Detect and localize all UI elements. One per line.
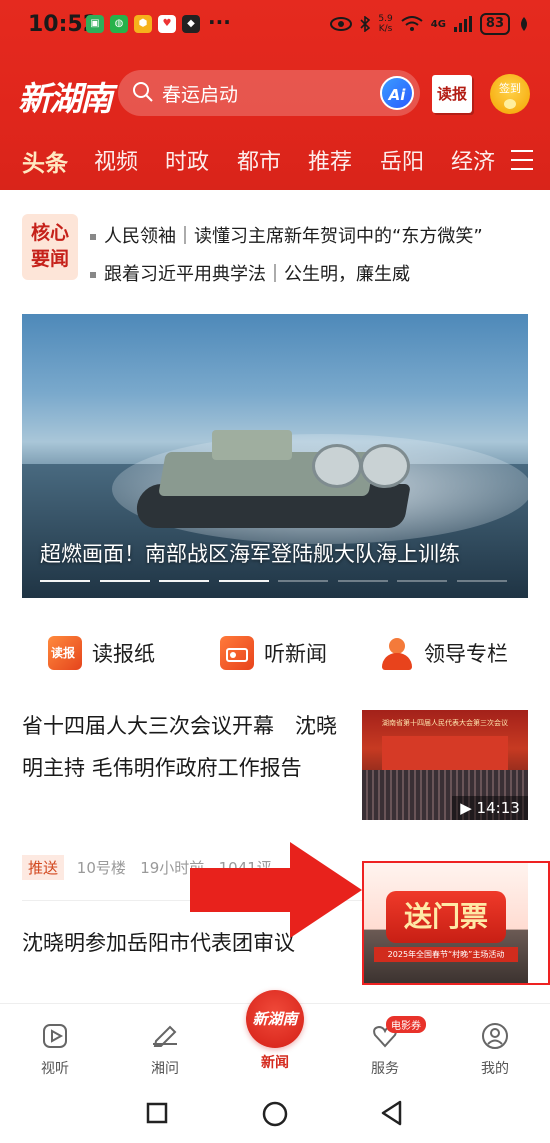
article-title: 省十四届人大三次会议开幕 沈晓明主持 毛伟明作政府工作报告 [22, 714, 337, 780]
nav-label: 服务 [371, 1061, 399, 1077]
annotation-highlight-box [362, 861, 550, 985]
home-icon[interactable] [261, 1100, 289, 1128]
nav-label: 我的 [481, 1061, 509, 1077]
wechat-icon: ◍ [110, 15, 128, 33]
video-duration: 14:13 [476, 799, 520, 817]
thumbnail-caption: 湖南省第十四届人民代表大会第三次会议 [382, 719, 508, 727]
tab-headline[interactable]: 头条 [22, 144, 68, 178]
channel-tabs: 头条 视频 时政 都市 推荐 岳阳 经济 [0, 144, 550, 184]
wifi-icon [401, 16, 423, 31]
tab-economy[interactable]: 经济 [451, 144, 495, 176]
battery-indicator: 83 [479, 13, 510, 35]
game-app-icon: ◆ [182, 15, 200, 33]
tab-video[interactable]: 视频 [94, 144, 138, 176]
user-icon [482, 1023, 508, 1049]
featured-banner[interactable]: 超燃画面！南部战区海军登陆舰大队海上训练 [22, 314, 528, 598]
heart-app-icon: ♥ [158, 15, 176, 33]
search-placeholder: 春运启动 [162, 84, 239, 106]
nav-label: 视听 [41, 1061, 69, 1077]
core-news-text: 人民领袖｜读懂习主席新年贺词中的“东方微笑” [104, 226, 483, 247]
banner-page-indicator[interactable] [159, 580, 209, 582]
banner-page-indicator[interactable] [278, 580, 328, 582]
network-speed: 5.9 K/s [378, 14, 393, 34]
quick-entries: 读报 读报纸 听新闻 领导专栏 [0, 625, 550, 681]
sign-in-label: 签到 [499, 82, 521, 95]
coin-icon [504, 99, 516, 109]
banner-page-indicator[interactable] [456, 580, 507, 582]
listen-news-entry[interactable]: 听新闻 [220, 625, 327, 681]
video-play-icon [43, 1024, 67, 1048]
play-icon: ▶ [460, 799, 472, 817]
core-news-item[interactable]: 跟着习近平用典学法｜公生明，廉生威 [90, 260, 410, 286]
nav-item-audiovisual[interactable]: 视听 [20, 1022, 90, 1078]
sign-in-button[interactable]: 签到 [490, 74, 530, 114]
banner-page-indicator[interactable] [397, 580, 447, 582]
tab-city[interactable]: 都市 [237, 144, 281, 176]
status-bar: 10:52 ▣ ◍ ⬢ ♥ ◆ ··· 5.9 K/s 4G 83 [0, 0, 550, 52]
app-notify-icon: ▣ [86, 15, 104, 33]
app-notify-icon-2: ⬢ [134, 15, 152, 33]
app-screen: 10:52 ▣ ◍ ⬢ ♥ ◆ ··· 5.9 K/s 4G 83 新湖南 春运… [0, 0, 550, 1143]
nav-label: 湘问 [151, 1061, 179, 1077]
banner-page-indicator[interactable] [99, 580, 150, 582]
search-bar[interactable]: 春运启动 Ai [118, 70, 420, 116]
banner-title: 超燃画面！南部战区海军登陆舰大队海上训练 [40, 542, 460, 566]
quick-entry-label: 听新闻 [264, 642, 327, 666]
banner-page-indicator[interactable] [218, 580, 269, 582]
header: 10:52 ▣ ◍ ⬢ ♥ ◆ ··· 5.9 K/s 4G 83 新湖南 春运… [0, 0, 550, 190]
recent-apps-icon[interactable] [146, 1102, 168, 1124]
system-navigation-bar [0, 1080, 550, 1143]
hovercraft-fan [312, 444, 362, 488]
leader-column-entry[interactable]: 领导专栏 [380, 625, 508, 681]
read-newspaper-entry[interactable]: 读报 读报纸 [48, 625, 155, 681]
leaf-icon [521, 17, 527, 31]
network-type: 4G [430, 18, 446, 30]
back-icon[interactable] [380, 1100, 404, 1126]
newspaper-icon-label: 读报 [51, 646, 76, 660]
tab-politics[interactable]: 时政 [165, 144, 209, 176]
notification-icons: ▣ ◍ ⬢ ♥ ◆ [86, 15, 200, 33]
eye-icon [330, 17, 353, 31]
bottom-navigation: 视听 湘问 新湖南 新闻 服务 电影券 我的 [0, 990, 550, 1079]
video-duration-badge: ▶ 14:13 [452, 796, 528, 820]
signal-icon [453, 16, 472, 32]
banner-page-indicator[interactable] [337, 580, 388, 582]
newspaper-icon: 读报 [48, 636, 82, 670]
leader-icon [380, 636, 414, 670]
quick-entry-label: 领导专栏 [424, 642, 508, 666]
core-news-item[interactable]: 人民领袖｜读懂习主席新年贺词中的“东方微笑” [90, 222, 483, 248]
bluetooth-icon [360, 16, 371, 32]
article-source[interactable]: 10号楼 [77, 859, 126, 877]
nav-item-news[interactable]: 新湖南 [246, 990, 304, 1048]
banner-pagination [40, 580, 510, 582]
chat-edit-icon [153, 1025, 177, 1047]
more-notifications-icon: ··· [208, 10, 231, 34]
radio-icon [220, 636, 254, 670]
app-logo[interactable]: 新湖南 [18, 72, 113, 120]
nav-label-news: 新闻 [261, 1055, 289, 1071]
tab-recommend[interactable]: 推荐 [308, 144, 352, 176]
article-thumbnail: 湖南省第十四届人民代表大会第三次会议 ▶ 14:13 [362, 710, 528, 820]
search-icon [133, 82, 153, 102]
core-news-badge: 核心 要闻 [22, 214, 78, 280]
core-news-text: 跟着习近平用典学法｜公生明，廉生威 [104, 264, 410, 285]
hovercraft-fan [360, 444, 410, 488]
read-paper-button[interactable]: 读报 [432, 75, 472, 113]
ai-assistant-button[interactable]: Ai [380, 76, 414, 110]
push-tag: 推送 [22, 855, 65, 880]
core-news-section: 核心 要闻 人民领袖｜读懂习主席新年贺词中的“东方微笑” 跟着习近平用典学法｜公… [0, 190, 550, 305]
banner-page-indicator[interactable] [40, 580, 90, 582]
annotation-arrow-icon [190, 842, 362, 938]
channel-menu-icon[interactable] [511, 150, 533, 177]
status-indicators: 5.9 K/s 4G 83 [330, 13, 530, 35]
nav-item-xiangwen[interactable]: 湘问 [130, 1022, 200, 1078]
quick-entry-label: 读报纸 [92, 642, 155, 666]
movie-coupon-badge: 电影券 [386, 1016, 426, 1033]
tab-yueyang[interactable]: 岳阳 [380, 144, 424, 176]
hovercraft-bridge [212, 430, 292, 460]
nav-item-mine[interactable]: 我的 [460, 1022, 530, 1078]
